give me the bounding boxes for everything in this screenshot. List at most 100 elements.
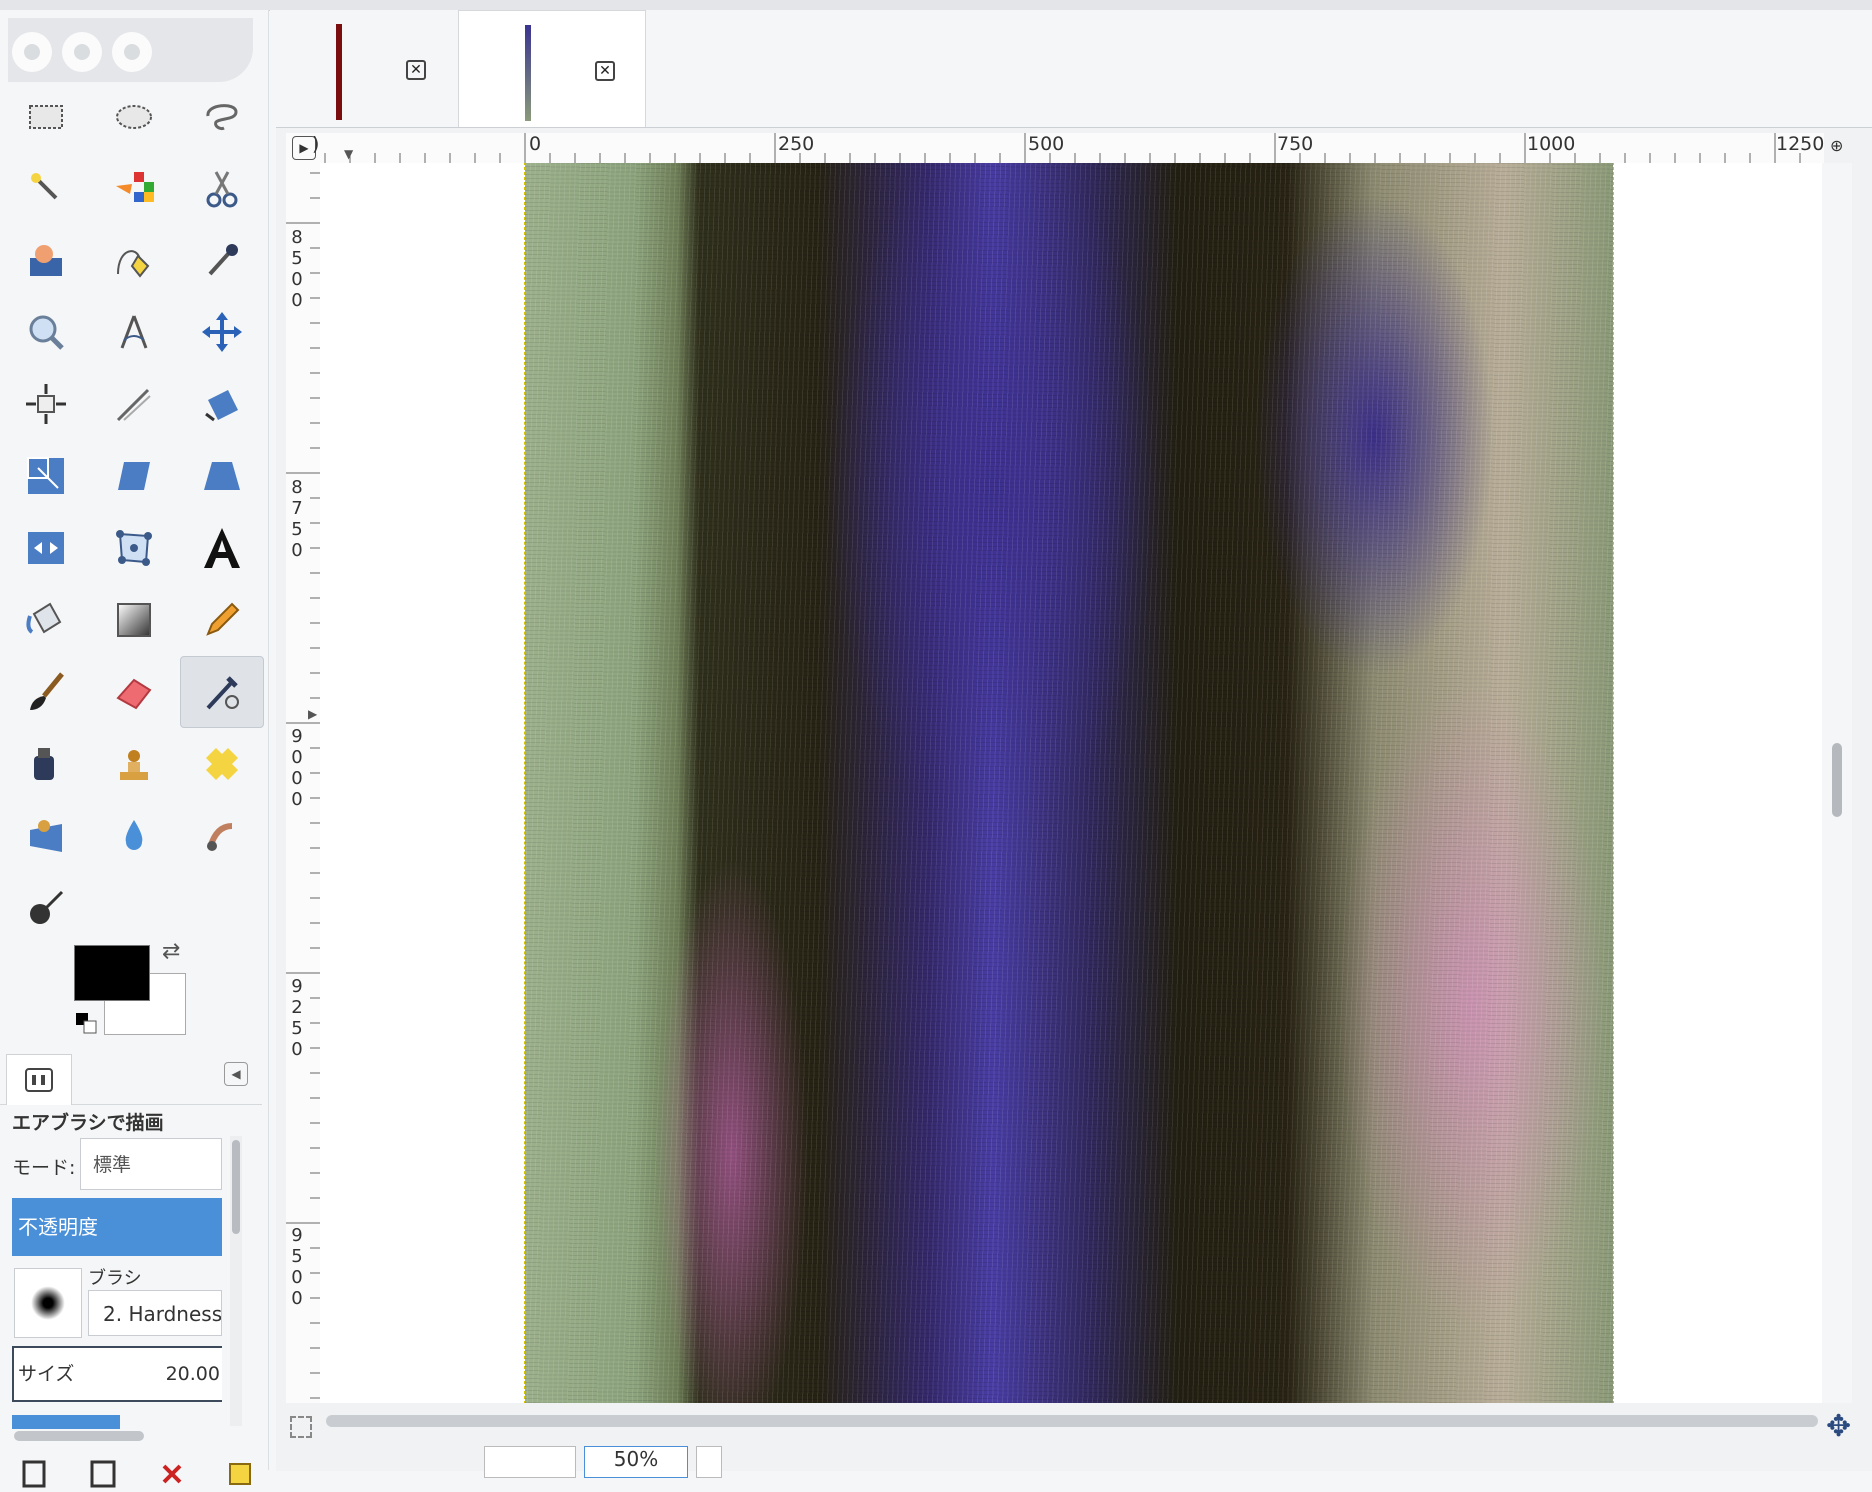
ruler-label: 0 — [529, 133, 542, 155]
wilber-logo — [8, 18, 253, 82]
brush-preview[interactable] — [14, 1268, 82, 1338]
reset-options-icon[interactable] — [226, 1460, 254, 1488]
delete-options-icon[interactable] — [158, 1460, 186, 1488]
shear-tool[interactable] — [92, 440, 176, 512]
clone-icon — [120, 750, 148, 780]
mode-select[interactable]: 標準 — [80, 1138, 222, 1190]
eraser-icon — [116, 678, 152, 710]
vertical-ruler[interactable]: 8500 8750 9000 9250 9500 ▶ — [286, 163, 321, 1403]
swap-colors-icon[interactable]: ⇄ — [162, 939, 180, 964]
color-picker-tool[interactable] — [180, 224, 264, 296]
brush-dot-icon — [31, 1286, 65, 1320]
scissors-tool[interactable] — [180, 152, 264, 224]
bucket-fill-icon — [26, 602, 62, 634]
tool-options-tab[interactable] — [6, 1054, 72, 1105]
ruler-label: 1250 — [1776, 133, 1825, 155]
flip-tool[interactable] — [4, 512, 88, 584]
image-thumbnail — [525, 25, 531, 121]
canvas-view[interactable] — [320, 163, 1822, 1403]
crop-tool[interactable] — [92, 368, 176, 440]
rotate-tool[interactable] — [180, 368, 264, 440]
ellipse-select-icon — [116, 105, 152, 129]
image-tab-1[interactable]: ✕ — [270, 10, 458, 127]
gradient-tool[interactable] — [92, 584, 176, 656]
sar-image[interactable] — [524, 163, 1614, 1403]
navigate-icon[interactable]: ✥ — [1826, 1412, 1851, 1442]
foreground-select-tool[interactable] — [4, 224, 88, 296]
fuzzy-select-icon — [31, 173, 58, 200]
canvas-vertical-scrollbar[interactable] — [1822, 163, 1852, 1403]
pencil-tool[interactable] — [180, 584, 264, 656]
ellipse-select-tool[interactable] — [92, 80, 176, 152]
paths-icon — [117, 250, 150, 278]
zoom-field[interactable]: 50% — [584, 1446, 688, 1478]
size-slider[interactable]: サイズ 20.00 — [12, 1346, 222, 1402]
paths-tool[interactable] — [92, 224, 176, 296]
tool-options-title: エアブラシで描画 — [12, 1112, 164, 1134]
horizontal-ruler[interactable]: ) 0 250 500 750 1000 1250 ▼ — [312, 133, 1825, 164]
restore-options-icon[interactable] — [90, 1460, 118, 1488]
ruler-label: 9000 — [291, 726, 303, 810]
ruler-ticks — [324, 133, 1801, 163]
airbrush-tool[interactable] — [180, 656, 264, 728]
tool-options-tabbar: ◀ — [0, 1050, 262, 1105]
smudge-tool[interactable] — [180, 800, 264, 872]
brush-label: ブラシ — [88, 1268, 142, 1289]
default-colors-icon[interactable] — [76, 1013, 98, 1035]
zoom-tool[interactable] — [4, 296, 88, 368]
zoom-image-icon[interactable]: ⊕ — [1830, 136, 1854, 158]
color-select-tool[interactable] — [92, 152, 176, 224]
tool-options-scrollbar[interactable] — [230, 1136, 242, 1426]
zoom-dropdown-icon[interactable] — [696, 1446, 722, 1478]
fuzzy-select-tool[interactable] — [4, 152, 88, 224]
eraser-tool[interactable] — [92, 656, 176, 728]
paintbrush-icon — [30, 672, 64, 710]
perspective-icon — [204, 462, 240, 490]
paintbrush-tool[interactable] — [4, 656, 88, 728]
opacity-slider[interactable]: 不透明度 — [12, 1198, 222, 1256]
smudge-icon — [207, 823, 233, 851]
text-tool[interactable] — [180, 512, 264, 584]
tab-menu-icon[interactable]: ◀ — [224, 1062, 248, 1086]
quick-mask-toggle[interactable] — [290, 1416, 312, 1438]
rect-select-icon — [29, 105, 63, 129]
color-select-icon — [116, 172, 154, 202]
blur-tool[interactable] — [92, 800, 176, 872]
scale-tool[interactable] — [4, 440, 88, 512]
measure-tool[interactable] — [92, 296, 176, 368]
color-area: ⇄ — [74, 939, 194, 1040]
pointer-marker-icon: ▼ — [344, 147, 354, 161]
align-tool[interactable] — [4, 368, 88, 440]
dodge-burn-tool[interactable] — [4, 872, 88, 944]
ink-tool[interactable] — [4, 728, 88, 800]
perspective-clone-tool[interactable] — [4, 800, 88, 872]
clone-tool[interactable] — [92, 728, 176, 800]
aspect-slider[interactable] — [12, 1415, 120, 1429]
ruler-label: 750 — [1277, 133, 1314, 155]
rect-select-tool[interactable] — [4, 80, 88, 152]
ruler-label: 9500 — [291, 1225, 303, 1309]
ruler-label: 8750 — [291, 477, 303, 561]
bucket-fill-tool[interactable] — [4, 584, 88, 656]
free-select-tool[interactable] — [180, 80, 264, 152]
image-tab-2[interactable]: ✕ — [458, 10, 646, 127]
move-icon — [202, 312, 242, 352]
brush-name-field[interactable]: 2. Hardness — [88, 1290, 222, 1336]
canvas-horizontal-scrollbar[interactable] — [326, 1415, 1818, 1427]
heal-tool[interactable] — [180, 728, 264, 800]
foreground-color-swatch[interactable] — [74, 945, 150, 1001]
close-icon[interactable]: ✕ — [406, 60, 426, 80]
move-tool[interactable] — [180, 296, 264, 368]
text-icon — [204, 528, 240, 568]
cage-transform-tool[interactable] — [92, 512, 176, 584]
unit-select[interactable] — [484, 1446, 576, 1478]
color-picker-icon — [208, 244, 238, 276]
heal-icon — [206, 748, 238, 780]
save-options-icon[interactable] — [22, 1460, 50, 1488]
ruler-label: 500 — [1028, 133, 1065, 155]
perspective-tool[interactable] — [180, 440, 264, 512]
pencil-icon — [206, 602, 240, 636]
tool-options-hscrollbar[interactable] — [14, 1431, 144, 1441]
close-icon[interactable]: ✕ — [595, 61, 615, 81]
flip-icon — [28, 532, 64, 564]
